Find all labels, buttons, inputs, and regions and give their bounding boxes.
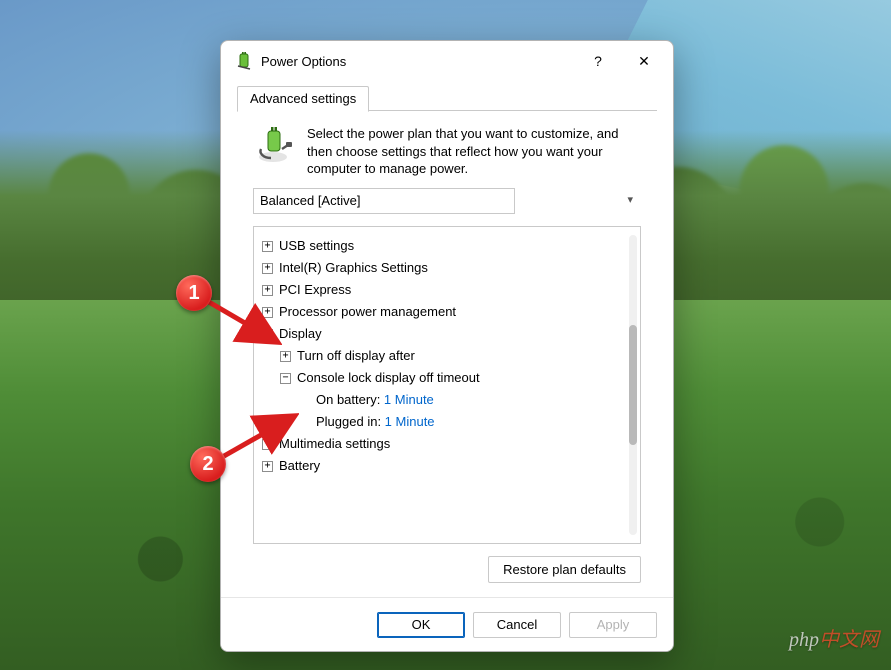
annotation-arrow-1 [200,296,282,352]
power-plan-icon [253,125,293,165]
tree-node-usb[interactable]: USB settings [262,235,636,257]
on-battery-label: On battery: [316,392,384,407]
plugged-in-value[interactable]: 1 Minute [385,414,435,429]
watermark: php中文网 [789,623,879,652]
expand-icon[interactable] [262,241,273,252]
ok-button[interactable]: OK [377,612,465,638]
annotation-callout-2: 2 [190,446,226,482]
tree-node-multimedia[interactable]: Multimedia settings [262,433,636,455]
window-title: Power Options [261,54,575,69]
tabstrip: Advanced settings [237,81,657,111]
tab-advanced-settings[interactable]: Advanced settings [237,86,369,112]
power-options-dialog: Power Options ? ✕ Advanced settings [220,40,674,652]
dialog-footer: OK Cancel Apply [221,597,673,651]
close-button[interactable]: ✕ [621,45,667,77]
tree-node-battery[interactable]: Battery [262,455,636,477]
help-button[interactable]: ? [575,45,621,77]
power-plan-select-wrap: Balanced [Active] [253,188,641,214]
titlebar: Power Options ? ✕ [221,41,673,81]
cancel-button[interactable]: Cancel [473,612,561,638]
tree-node-pci-express[interactable]: PCI Express [262,279,636,301]
apply-button[interactable]: Apply [569,612,657,638]
plugged-in-label: Plugged in: [316,414,385,429]
tree-node-display[interactable]: Display Turn off display after Console l… [262,323,636,433]
expand-icon[interactable] [262,285,273,296]
restore-row: Restore plan defaults [253,556,641,583]
power-options-icon [235,52,253,70]
intro-row: Select the power plan that you want to c… [253,125,641,178]
power-plan-select[interactable]: Balanced [Active] [253,188,515,214]
annotation-arrow-2 [215,412,299,466]
tree-node-turn-off-display[interactable]: Turn off display after [280,345,636,367]
restore-defaults-button[interactable]: Restore plan defaults [488,556,641,583]
expand-icon[interactable] [262,263,273,274]
tree-scrollbar-thumb[interactable] [629,325,637,445]
settings-tree: USB settings Intel(R) Graphics Settings … [260,235,636,477]
annotation-callout-1: 1 [176,275,212,311]
intro-text: Select the power plan that you want to c… [307,125,641,178]
expand-icon[interactable] [280,351,291,362]
tree-node-console-lock-timeout[interactable]: Console lock display off timeout On batt… [280,367,636,433]
tree-node-processor-power[interactable]: Processor power management [262,301,636,323]
tree-leaf-plugged-in[interactable]: Plugged in: 1 Minute [298,411,636,433]
tree-leaf-on-battery[interactable]: On battery: 1 Minute [298,389,636,411]
advanced-settings-panel: Select the power plan that you want to c… [237,111,657,597]
dialog-client-area: Advanced settings Select the power plan … [221,81,673,597]
collapse-icon[interactable] [280,373,291,384]
on-battery-value[interactable]: 1 Minute [384,392,434,407]
tree-node-intel-graphics[interactable]: Intel(R) Graphics Settings [262,257,636,279]
settings-tree-box: USB settings Intel(R) Graphics Settings … [253,226,641,544]
